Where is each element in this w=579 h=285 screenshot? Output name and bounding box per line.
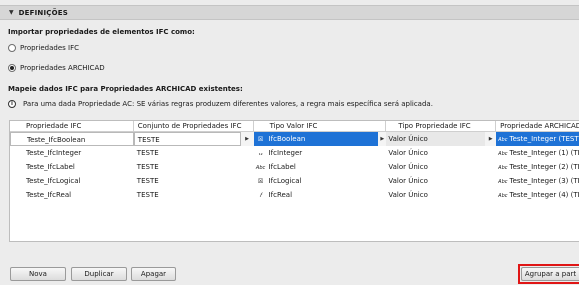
definitions-panel: ▼ DEFINIÇÕES Importar propriedades de el… — [0, 0, 579, 285]
radio-label: Propriedades IFC — [20, 44, 80, 52]
table-row[interactable]: Teste_IfcLabel TESTE Abc IfcLabel Valor Ú… — [10, 160, 579, 174]
property-type-cell[interactable]: Valor Único — [386, 174, 485, 188]
text-type-icon: Abc — [498, 137, 508, 143]
ifc-property-cell[interactable]: Teste_IfcInteger — [10, 146, 134, 160]
map-label: Mapeie dados IFC para Propriedades ARCHI… — [8, 85, 243, 93]
property-type-cell[interactable]: Valor Único — [386, 132, 486, 146]
property-set-cell[interactable]: TESTE — [134, 160, 241, 174]
text-type-icon: Abc — [498, 179, 508, 185]
value-type-label: IfcInteger — [268, 149, 303, 157]
value-type-label: IfcReal — [268, 191, 293, 199]
archicad-property-label: Teste_Integer (TESTE_AC) — [509, 135, 579, 143]
radio-button[interactable] — [8, 44, 16, 52]
value-type-label: IfcBoolean — [268, 135, 306, 143]
logical-icon: ☒ — [257, 178, 264, 185]
info-message: i Para uma dada Propriedade AC: SE vária… — [8, 100, 433, 108]
archicad-property-cell[interactable]: AbcTeste_Integer (3) (TESTE_ — [496, 174, 579, 188]
ifc-property-cell[interactable]: Teste_IfcReal — [10, 188, 134, 202]
column-header[interactable]: Conjunto de Propriedades IFC — [134, 121, 254, 132]
archicad-property-label: Teste_Integer (1) (TESTE_ — [509, 149, 579, 157]
archicad-property-cell[interactable]: AbcTeste_Integer (TESTE_AC) — [496, 132, 579, 146]
ifc-property-cell[interactable]: Teste_IfcBoolean — [10, 132, 134, 146]
property-set-cell[interactable]: TESTE — [134, 174, 241, 188]
archicad-property-label: Teste_Integer (3) (TESTE_ — [509, 177, 579, 185]
value-type-cell[interactable]: ☒ IfcLogical — [254, 174, 379, 188]
dropdown-arrow-icon[interactable]: ▶ — [378, 132, 387, 146]
delete-button[interactable]: Apagar — [131, 267, 176, 281]
archicad-property-cell[interactable]: AbcTeste_Integer (4) (TESTE_ — [496, 188, 579, 202]
property-set-cell[interactable]: TESTE — [133, 132, 241, 146]
column-header[interactable]: Propriedade ARCHICAD — [496, 121, 579, 132]
highlight-box — [518, 264, 579, 284]
value-type-cell[interactable]: ☒ IfcBoolean — [253, 132, 379, 146]
value-type-label: IfcLogical — [268, 177, 302, 185]
table-row[interactable]: Teste_IfcBoolean TESTE ▶ ☒ IfcBoolean ▶ V… — [10, 132, 579, 146]
integer-icon: ₁₂ — [258, 151, 263, 157]
new-button[interactable]: Nova — [10, 267, 66, 281]
value-type-cell[interactable]: 𝑓 IfcReal — [254, 188, 379, 202]
text-type-icon: Abc — [498, 165, 508, 171]
chevron-down-icon[interactable]: ▼ — [9, 9, 14, 16]
mapping-table: Propriedade IFC Conjunto de Propriedades… — [9, 120, 579, 242]
value-type-label: IfcLabel — [268, 163, 296, 171]
dropdown-arrow-icon[interactable]: ▶ — [485, 132, 497, 146]
table-row[interactable]: Teste_IfcLogical TESTE ☒ IfcLogical Valor… — [10, 174, 579, 188]
property-type-cell[interactable]: Valor Único — [386, 146, 485, 160]
ifc-property-cell[interactable]: Teste_IfcLogical — [10, 174, 134, 188]
real-icon: 𝑓 — [259, 192, 262, 199]
radio-label: Propriedades ARCHICAD — [20, 64, 105, 72]
table-row[interactable]: Teste_IfcInteger TESTE ₁₂ IfcInteger Valo… — [10, 146, 579, 160]
radio-ifc-properties[interactable]: Propriedades IFC — [8, 44, 79, 52]
value-type-cell[interactable]: ₁₂ IfcInteger — [254, 146, 379, 160]
ifc-property-cell[interactable]: Teste_IfcLabel — [10, 160, 134, 174]
property-type-cell[interactable]: Valor Único — [386, 188, 485, 202]
column-header[interactable]: Tipo Propriedade IFC — [386, 121, 497, 132]
label-icon: Abc — [255, 165, 266, 171]
section-header[interactable]: ▼ DEFINIÇÕES — [0, 5, 579, 20]
info-text: Para uma dada Propriedade AC: SE várias … — [23, 100, 433, 108]
section-title: DEFINIÇÕES — [18, 8, 68, 17]
import-label: Importar propriedades de elementos IFC c… — [8, 28, 195, 36]
text-type-icon: Abc — [498, 151, 508, 157]
column-header[interactable]: Propriedade IFC — [10, 121, 134, 132]
property-set-cell[interactable]: TESTE — [134, 146, 241, 160]
info-icon: i — [8, 100, 16, 108]
text-type-icon: Abc — [498, 193, 508, 199]
value-type-cell[interactable]: Abc IfcLabel — [254, 160, 379, 174]
duplicate-button[interactable]: Duplicar — [71, 267, 127, 281]
column-header[interactable]: Tipo Valor IFC — [254, 121, 387, 132]
boolean-icon: ☒ — [257, 136, 264, 143]
table-row[interactable]: Teste_IfcReal TESTE 𝑓 IfcReal Valor Único… — [10, 188, 579, 202]
property-set-cell[interactable]: TESTE — [134, 188, 241, 202]
archicad-property-cell[interactable]: AbcTeste_Integer (2) (TESTE_ — [496, 160, 579, 174]
table-header: Propriedade IFC Conjunto de Propriedades… — [10, 121, 579, 132]
archicad-property-cell[interactable]: AbcTeste_Integer (1) (TESTE_ — [496, 146, 579, 160]
property-type-cell[interactable]: Valor Único — [386, 160, 485, 174]
dropdown-arrow-icon[interactable]: ▶ — [240, 132, 254, 146]
archicad-property-label: Teste_Integer (4) (TESTE_ — [509, 191, 579, 199]
archicad-property-label: Teste_Integer (2) (TESTE_ — [509, 163, 579, 171]
radio-button[interactable] — [8, 64, 16, 72]
radio-archicad-properties[interactable]: Propriedades ARCHICAD — [8, 64, 105, 72]
